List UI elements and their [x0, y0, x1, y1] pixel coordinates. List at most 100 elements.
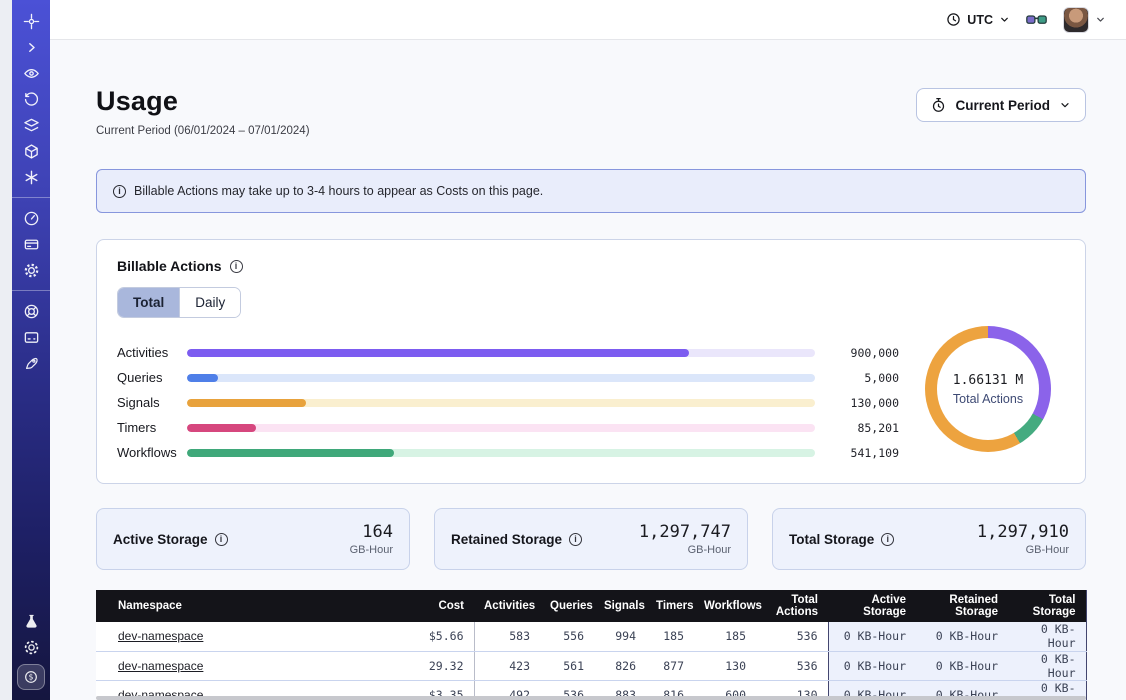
- storage-card-value: 164: [350, 522, 393, 542]
- cell-cost: 29.32: [398, 651, 474, 680]
- cell-signals: 826: [594, 651, 646, 680]
- info-icon[interactable]: i: [230, 260, 243, 273]
- usage-gauge-icon[interactable]: [16, 205, 46, 231]
- namespace-usage-table: Namespace Cost Activities Queries Signal…: [96, 590, 1087, 700]
- svg-text:$: $: [29, 673, 34, 682]
- storage-card-value: 1,297,910: [977, 522, 1069, 542]
- bar-fill: [187, 399, 306, 407]
- col-cost: Cost: [398, 590, 474, 622]
- cell-timers: 877: [646, 651, 694, 680]
- cell-queries: 556: [540, 622, 594, 651]
- table-row: dev-namespace 29.32 423 561 826 877 130 …: [96, 651, 1086, 680]
- col-queries: Queries: [540, 590, 594, 622]
- bar-fill: [187, 449, 394, 457]
- tab-total[interactable]: Total: [118, 288, 179, 317]
- feedback-monitor-icon[interactable]: [16, 324, 46, 350]
- cell-activities: 583: [474, 622, 540, 651]
- namespaces-eye-icon[interactable]: [16, 60, 46, 86]
- bar-label: Workflows: [117, 445, 187, 460]
- cube-icon[interactable]: [16, 138, 46, 164]
- user-menu[interactable]: [1063, 7, 1106, 33]
- storage-card-label: Retained Storage: [451, 532, 562, 547]
- app-window: $ UTC Usage Current Period (06/01/2024: [0, 0, 1126, 700]
- bar-label: Timers: [117, 420, 187, 435]
- cell-total-actions: 536: [756, 651, 828, 680]
- billable-actions-bar-chart: Activities 900,000 Queries 5,000 Signals…: [117, 340, 899, 465]
- rocket-icon[interactable]: [16, 350, 46, 376]
- chevron-down-icon: [999, 14, 1010, 25]
- history-icon[interactable]: [16, 86, 46, 112]
- storage-card-value: 1,297,747: [639, 522, 731, 542]
- cell-retained-storage: 0 KB-Hour: [916, 651, 1008, 680]
- cell-workflows: 185: [694, 622, 756, 651]
- billing-card-icon[interactable]: [16, 231, 46, 257]
- bar-fill: [187, 424, 256, 432]
- usage-page: Usage Current Period (06/01/2024 – 07/01…: [50, 40, 1126, 700]
- cell-cost: $5.66: [398, 622, 474, 651]
- temporal-logo-icon[interactable]: [16, 8, 46, 34]
- asterisk-icon[interactable]: [16, 164, 46, 190]
- billing-dollar-button[interactable]: $: [17, 664, 45, 690]
- bar-value: 5,000: [815, 371, 899, 385]
- cell-total-actions: 536: [756, 622, 828, 651]
- retained-storage-card: Retained Storagei 1,297,747GB-Hour: [434, 508, 748, 570]
- storage-card-unit: GB-Hour: [977, 544, 1069, 556]
- billable-actions-tabs: Total Daily: [117, 287, 241, 318]
- bar-value: 130,000: [815, 396, 899, 410]
- horizontal-scrollbar[interactable]: [96, 696, 1086, 700]
- col-workflows: Workflows: [694, 590, 756, 622]
- bar-label: Activities: [117, 345, 187, 360]
- stopwatch-icon: [931, 97, 946, 113]
- namespace-link[interactable]: dev-namespace: [118, 659, 203, 673]
- tab-daily[interactable]: Daily: [179, 288, 240, 317]
- storage-card-label: Total Storage: [789, 532, 874, 547]
- period-dropdown-label: Current Period: [955, 98, 1050, 113]
- bar-track: [187, 424, 815, 432]
- col-namespace: Namespace: [96, 590, 398, 622]
- cell-active-storage: 0 KB-Hour: [828, 651, 916, 680]
- info-icon[interactable]: i: [881, 533, 894, 546]
- table-header-row: Namespace Cost Activities Queries Signal…: [96, 590, 1086, 622]
- nav-divider: [12, 197, 50, 198]
- total-actions-value: 1.66131 M: [953, 373, 1023, 388]
- period-dropdown-button[interactable]: Current Period: [916, 88, 1086, 122]
- main-area: UTC Usage Current Period (06/01/2024 – 0…: [50, 0, 1126, 700]
- namespace-link[interactable]: dev-namespace: [118, 629, 203, 643]
- billable-actions-title: Billable Actions: [117, 258, 222, 274]
- layers-icon[interactable]: [16, 112, 46, 138]
- bar-row-activities: Activities 900,000: [117, 340, 899, 365]
- storage-summary-row: Active Storage i 164 GB-Hour Retained Stor…: [96, 508, 1086, 570]
- col-retained-storage: Retained Storage: [916, 590, 1008, 622]
- col-active-storage: Active Storage: [828, 590, 916, 622]
- theme-sun-icon[interactable]: [16, 634, 46, 660]
- collapse-chevron-icon[interactable]: [16, 34, 46, 60]
- col-timers: Timers: [646, 590, 694, 622]
- timezone-selector[interactable]: UTC: [946, 12, 1010, 27]
- bar-row-timers: Timers 85,201: [117, 415, 899, 440]
- info-icon[interactable]: i: [569, 533, 582, 546]
- cell-workflows: 130: [694, 651, 756, 680]
- storage-card-unit: GB-Hour: [350, 544, 393, 556]
- col-total-actions: Total Actions: [756, 590, 828, 622]
- support-lifebuoy-icon[interactable]: [16, 298, 46, 324]
- info-icon[interactable]: i: [215, 533, 228, 546]
- labs-flask-icon[interactable]: [16, 608, 46, 634]
- cell-retained-storage: 0 KB-Hour: [916, 622, 1008, 651]
- cell-queries: 561: [540, 651, 594, 680]
- cell-total-storage: 0 KB-Hour: [1008, 622, 1086, 651]
- total-actions-label: Total Actions: [953, 392, 1023, 406]
- storage-card-label: Active Storage: [113, 532, 208, 547]
- active-storage-card: Active Storage i 164 GB-Hour: [96, 508, 410, 570]
- window-left-gutter: [0, 0, 12, 700]
- table-row: dev-namespace $5.66 583 556 994 185 185 …: [96, 622, 1086, 651]
- bar-track: [187, 349, 815, 357]
- page-subtitle: Current Period (06/01/2024 – 07/01/2024): [96, 125, 310, 137]
- bar-value: 900,000: [815, 346, 899, 360]
- timezone-label: UTC: [967, 13, 993, 27]
- chevron-down-icon: [1095, 14, 1106, 25]
- avatar: [1063, 7, 1089, 33]
- cell-activities: 423: [474, 651, 540, 680]
- settings-gear-icon[interactable]: [16, 257, 46, 283]
- bar-fill: [187, 374, 218, 382]
- goggles-icon[interactable]: [1026, 13, 1047, 27]
